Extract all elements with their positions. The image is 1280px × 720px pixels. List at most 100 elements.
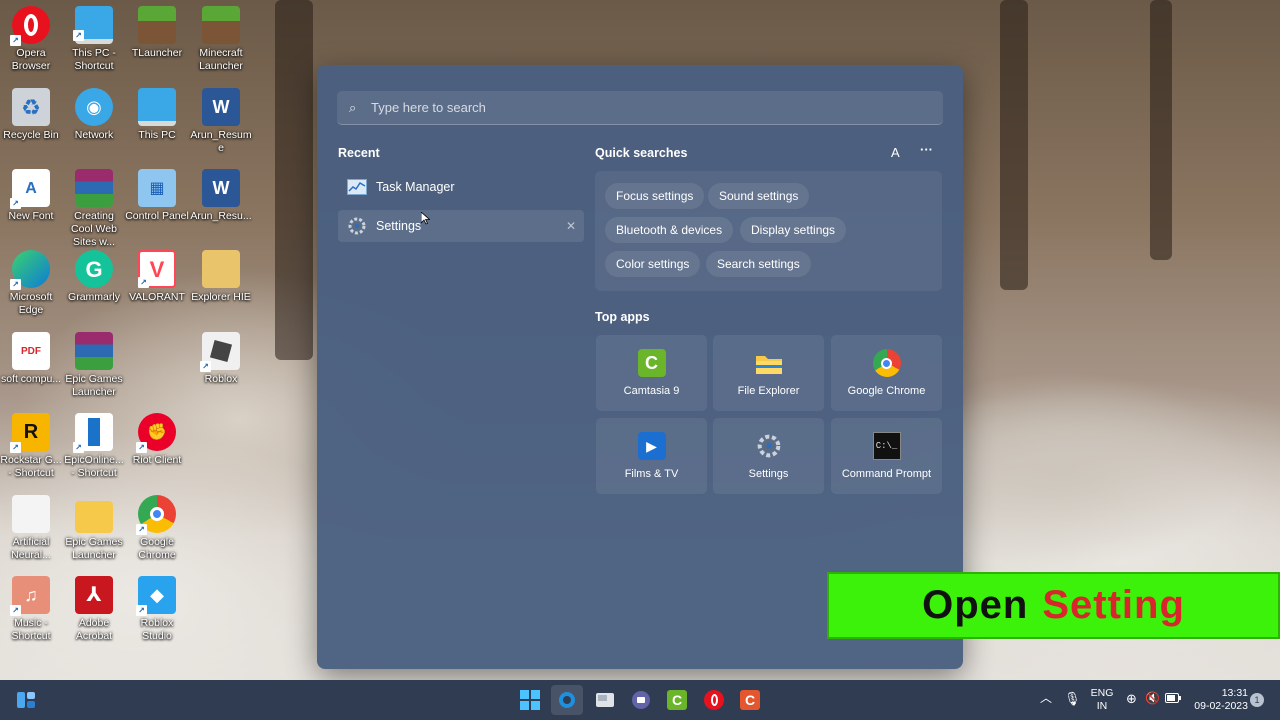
desktop-icon-opera[interactable]: ↗ Opera Browser <box>0 6 63 73</box>
desktop-icon-epiconline[interactable]: ↗ EpicOnline... - Shortcut <box>62 413 126 480</box>
desktop-icon-artificial-neural[interactable]: Artificial Neural... <box>0 495 63 562</box>
desktop-icon-tlauncher[interactable]: TLauncher <box>125 6 189 60</box>
top-app-command-prompt[interactable]: C:\_ Command Prompt <box>831 418 942 494</box>
notification-badge[interactable]: 1 <box>1250 693 1264 707</box>
quick-searches-title: Quick searches <box>595 146 688 160</box>
document-icon <box>12 495 50 533</box>
grass-block-icon <box>202 6 240 44</box>
gear-icon <box>755 432 783 460</box>
desktop-icon-this-pc-shortcut[interactable]: ↗ This PC - Shortcut <box>62 6 126 73</box>
background-tree <box>275 0 313 360</box>
desktop-icon-control-panel[interactable]: ▦ Control Panel <box>125 169 189 223</box>
riot-client-icon: ✊ ↗ <box>136 413 176 453</box>
valorant-icon: V ↗ <box>138 250 176 288</box>
language-indicator[interactable]: ENG IN <box>1090 687 1114 713</box>
font-file-icon: A ↗ <box>10 169 50 209</box>
top-app-settings[interactable]: Settings <box>713 418 824 494</box>
search-input[interactable]: Type here to search <box>371 100 486 115</box>
top-app-label: Films & TV <box>624 468 679 480</box>
widgets-icon[interactable] <box>13 688 39 712</box>
grammarly-icon: G <box>75 250 113 288</box>
desktop-icon-epic-games-1[interactable]: Epic Games Launcher <box>62 332 126 399</box>
desktop-icon-this-pc[interactable]: This PC <box>125 88 189 142</box>
folder-icon <box>75 501 113 533</box>
desktop-icon-grammarly[interactable]: G Grammarly <box>62 250 126 304</box>
top-app-label: Settings <box>748 468 789 480</box>
top-apps-title: Top apps <box>595 310 650 324</box>
desktop-icon-riot-client[interactable]: ✊ ↗ Riot Client <box>125 413 189 467</box>
desktop-icon-roblox[interactable]: ↗ Roblox <box>189 332 253 386</box>
opera-taskbar-icon[interactable] <box>701 688 727 712</box>
document-blue-icon: ↗ <box>73 413 113 453</box>
top-app-file-explorer[interactable]: File Explorer <box>713 335 824 411</box>
quick-search-chip[interactable]: Bluetooth & devices <box>605 217 734 243</box>
volume-muted-icon[interactable]: 🔇 <box>1145 692 1160 705</box>
font-size-button[interactable]: A <box>891 145 900 160</box>
opera-icon: ↗ <box>10 6 50 46</box>
top-app-films-tv[interactable]: ▶ Films & TV <box>596 418 707 494</box>
desktop-icon-minecraft-launcher[interactable]: Minecraft Launcher <box>189 6 253 73</box>
microphone-icon[interactable]: 🎙 <box>1064 692 1081 705</box>
camtasia-taskbar-icon[interactable]: C <box>664 688 690 712</box>
desktop-icon-recycle-bin[interactable]: ♻ Recycle Bin <box>0 88 63 142</box>
desktop-icon-arun-resu[interactable]: W Arun_Resu... <box>189 169 253 223</box>
recent-item-task-manager[interactable]: Task Manager <box>338 171 584 203</box>
desktop-icon-explorer-hie[interactable]: Explorer HIE <box>189 250 253 304</box>
task-manager-icon <box>346 178 368 196</box>
camtasia-recorder-taskbar-icon[interactable]: C <box>737 688 763 712</box>
recent-item-settings[interactable]: Settings ✕ <box>338 210 584 242</box>
language-line1: ENG <box>1090 687 1114 699</box>
recycle-bin-icon: ♻ <box>12 88 50 126</box>
quick-search-chip[interactable]: Color settings <box>605 251 701 277</box>
camtasia-icon: C <box>637 349 666 377</box>
desktop-icon-valorant[interactable]: V ↗ VALORANT <box>125 250 189 304</box>
desktop-icon-rockstar[interactable]: R ↗ Rockstar G... - Shortcut <box>0 413 63 480</box>
clock-date: 09-02-2023 <box>1194 700 1248 712</box>
desktop-icon-adobe-acrobat[interactable]: ⅄ Adobe Acrobat <box>62 576 126 643</box>
search-icon: ⌕ <box>349 99 357 115</box>
teams-chat-icon[interactable] <box>628 688 654 712</box>
rockstar-icon: R ↗ <box>10 413 50 453</box>
top-app-label: Google Chrome <box>847 385 926 397</box>
recent-item-label: Task Manager <box>376 180 455 194</box>
language-line2: IN <box>1096 700 1108 712</box>
desktop-icon-epic-games-2[interactable]: Epic Games Launcher <box>62 495 126 562</box>
music-folder-icon: ♫ ↗ <box>10 576 50 616</box>
films-tv-icon: ▶ <box>637 432 666 460</box>
desktop-icon-google-chrome[interactable]: ↗ Google Chrome <box>125 495 189 562</box>
quick-search-chip[interactable]: Display settings <box>740 217 847 243</box>
search-box[interactable]: ⌕ Type here to search <box>337 91 943 125</box>
desktop-icon-soft-compu[interactable]: PDF soft compu... <box>0 332 63 386</box>
clock[interactable]: 13:31 09-02-2023 <box>1190 687 1248 713</box>
mouse-cursor-icon <box>421 212 430 225</box>
roblox-studio-icon: ◆ ↗ <box>136 576 176 616</box>
desktop-icon-music[interactable]: ♫ ↗ Music - Shortcut <box>0 576 63 643</box>
desktop-icon-edge[interactable]: ↗ Microsoft Edge <box>0 250 63 317</box>
word-doc-icon: W <box>202 88 240 126</box>
search-taskbar-button[interactable] <box>551 685 583 715</box>
recent-item-label: Settings <box>376 219 422 233</box>
task-view-icon[interactable] <box>592 688 618 712</box>
quick-searches-panel: Focus settings Sound settings Bluetooth … <box>595 171 942 291</box>
quick-search-chip[interactable]: Sound settings <box>708 183 810 209</box>
start-button[interactable] <box>517 688 543 712</box>
desktop-icon-arun-resume[interactable]: W Arun_Resume <box>189 88 253 155</box>
chevron-up-icon[interactable]: ︿ <box>1040 692 1052 705</box>
background-tree <box>1000 0 1028 290</box>
top-app-label: Camtasia 9 <box>623 385 680 397</box>
more-options-button[interactable]: ··· <box>920 142 933 157</box>
quick-search-chip[interactable]: Search settings <box>706 251 811 277</box>
desktop-icon-roblox-studio[interactable]: ◆ ↗ Roblox Studio <box>125 576 189 643</box>
banner-word-open: Open <box>922 583 1029 627</box>
top-app-camtasia[interactable]: C Camtasia 9 <box>596 335 707 411</box>
battery-icon[interactable] <box>1165 693 1181 707</box>
quick-search-chip[interactable]: Focus settings <box>605 183 705 209</box>
top-app-label: Command Prompt <box>841 468 932 480</box>
desktop-icon-creating-cool-web-sites[interactable]: Creating Cool Web Sites w... <box>62 169 126 249</box>
recent-title: Recent <box>338 146 380 160</box>
network-globe-icon[interactable]: ⊕ <box>1126 692 1137 705</box>
desktop-icon-network[interactable]: ◉ Network <box>62 88 126 142</box>
remove-icon[interactable]: ✕ <box>566 219 576 233</box>
top-app-google-chrome[interactable]: Google Chrome <box>831 335 942 411</box>
desktop-icon-new-font[interactable]: A ↗ New Font <box>0 169 63 223</box>
